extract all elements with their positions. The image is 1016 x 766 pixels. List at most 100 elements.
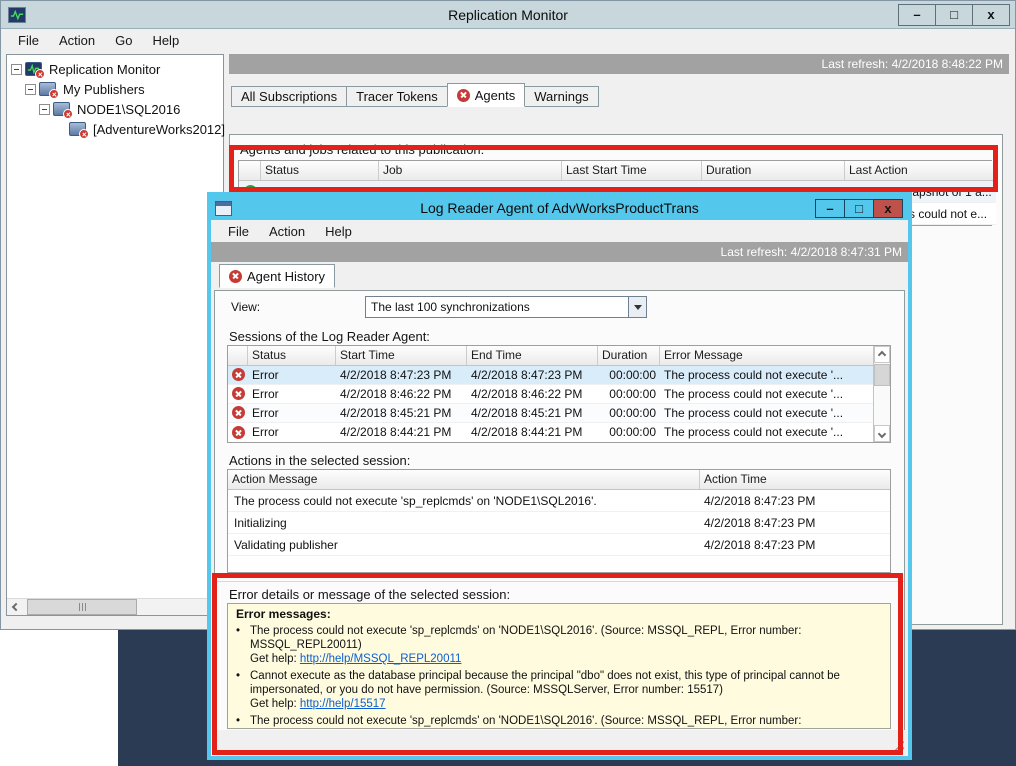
- close-button[interactable]: x: [972, 4, 1010, 26]
- bullet-icon: •: [236, 669, 242, 711]
- menu-file[interactable]: File: [219, 222, 258, 241]
- cell-start-time: 4/2/2018 8:47:23 PM: [336, 368, 467, 382]
- cell-action-message: Initializing: [228, 516, 700, 530]
- last-refresh-text: Last refresh: 4/2/2018 8:47:31 PM: [721, 245, 902, 259]
- section-divider: [215, 581, 904, 582]
- column-header-action-message[interactable]: Action Message: [228, 470, 700, 489]
- tab-agents[interactable]: Agents: [447, 83, 525, 107]
- log-reader-agent-dialog: Log Reader Agent of AdvWorksProductTrans…: [207, 192, 912, 760]
- column-header-duration[interactable]: Duration: [702, 161, 845, 180]
- last-refresh-bar: Last refresh: 4/2/2018 8:48:22 PM: [229, 54, 1009, 74]
- cell-end-time: 4/2/2018 8:47:23 PM: [467, 368, 598, 382]
- tree-item-my-publishers[interactable]: My Publishers: [7, 79, 223, 99]
- column-header-job[interactable]: Job: [379, 161, 562, 180]
- dialog-title: Log Reader Agent of AdvWorksProductTrans: [211, 200, 908, 216]
- column-header-last-action[interactable]: Last Action: [845, 161, 996, 180]
- help-link[interactable]: http://help/15517: [300, 698, 386, 710]
- action-row[interactable]: Validating publisher 4/2/2018 8:47:23 PM: [228, 534, 890, 556]
- menu-file[interactable]: File: [9, 31, 48, 50]
- scrollbar-thumb[interactable]: [27, 599, 137, 615]
- session-row[interactable]: Error 4/2/2018 8:44:21 PM 4/2/2018 8:44:…: [228, 423, 873, 442]
- resize-grip[interactable]: [891, 739, 904, 752]
- column-header-error-message[interactable]: Error Message: [660, 346, 873, 365]
- cell-error-message: The process could not execute '...: [660, 425, 873, 439]
- bullet-icon: •: [236, 714, 242, 729]
- menu-action[interactable]: Action: [260, 222, 314, 241]
- get-help-label: Get help:: [250, 698, 297, 710]
- view-dropdown[interactable]: The last 100 synchronizations: [365, 296, 647, 318]
- tab-warnings[interactable]: Warnings: [524, 86, 598, 107]
- tab-label: Tracer Tokens: [356, 89, 438, 104]
- column-header-duration[interactable]: Duration: [598, 346, 660, 365]
- menu-help[interactable]: Help: [143, 31, 188, 50]
- scroll-left-icon[interactable]: [7, 599, 25, 615]
- cell-status: Error: [248, 406, 336, 420]
- cell-end-time: 4/2/2018 8:44:21 PM: [467, 425, 598, 439]
- collapse-icon[interactable]: [25, 84, 36, 95]
- dropdown-button[interactable]: [628, 297, 646, 317]
- scroll-up-icon[interactable]: [874, 346, 890, 363]
- tree-item-label: My Publishers: [60, 81, 148, 98]
- tree-item-replication-monitor[interactable]: Replication Monitor: [7, 59, 223, 79]
- tree-item-adventureworks2012[interactable]: [AdventureWorks2012]: [7, 119, 223, 139]
- collapse-icon[interactable]: [39, 104, 50, 115]
- action-row[interactable]: The process could not execute 'sp_replcm…: [228, 490, 890, 512]
- maximize-button[interactable]: □: [844, 199, 874, 218]
- dialog-status-bar: [214, 730, 905, 753]
- scroll-down-icon[interactable]: [874, 425, 890, 442]
- scrollbar-thumb[interactable]: [874, 364, 890, 386]
- sessions-vertical-scrollbar[interactable]: [873, 346, 890, 442]
- column-header-end-time[interactable]: End Time: [467, 346, 598, 365]
- menu-action[interactable]: Action: [50, 31, 104, 50]
- error-message-item: • The process could not execute 'sp_repl…: [236, 714, 880, 729]
- action-row[interactable]: Initializing 4/2/2018 8:47:23 PM: [228, 512, 890, 534]
- bullet-icon: •: [236, 624, 242, 666]
- actions-label: Actions in the selected session:: [229, 453, 410, 468]
- maximize-button[interactable]: □: [935, 4, 973, 26]
- minimize-button[interactable]: –: [815, 199, 845, 218]
- column-header-start-time[interactable]: Start Time: [336, 346, 467, 365]
- session-row[interactable]: Error 4/2/2018 8:45:21 PM 4/2/2018 8:45:…: [228, 404, 873, 423]
- publication-error-icon: [69, 122, 86, 136]
- error-status-icon: [229, 270, 242, 283]
- error-status-icon: [457, 89, 470, 102]
- tree-item-node1-sql2016[interactable]: NODE1\SQL2016: [7, 99, 223, 119]
- menu-go[interactable]: Go: [106, 31, 141, 50]
- menu-help[interactable]: Help: [316, 222, 361, 241]
- actions-table-header: Action Message Action Time: [228, 470, 890, 490]
- tree-horizontal-scrollbar[interactable]: [7, 598, 223, 615]
- column-header-icon[interactable]: [228, 346, 248, 365]
- agents-jobs-label: Agents and jobs related to this publicat…: [240, 142, 484, 157]
- cell-error-message: The process could not execute '...: [660, 406, 873, 420]
- column-header-action-time[interactable]: Action Time: [700, 470, 890, 489]
- tab-tracer-tokens[interactable]: Tracer Tokens: [346, 86, 448, 107]
- error-message-text: The process could not execute 'sp_replcm…: [250, 715, 801, 729]
- close-button[interactable]: x: [873, 199, 903, 218]
- cell-error-message: The process could not execute '...: [660, 387, 873, 401]
- column-header-icon[interactable]: [239, 161, 261, 180]
- main-titlebar[interactable]: Replication Monitor – □ x: [1, 1, 1015, 29]
- column-header-last-start-time[interactable]: Last Start Time: [562, 161, 702, 180]
- view-dropdown-value: The last 100 synchronizations: [366, 300, 628, 314]
- error-message-text: The process could not execute 'sp_replcm…: [250, 625, 801, 651]
- sessions-label: Sessions of the Log Reader Agent:: [229, 329, 430, 344]
- help-link[interactable]: http://help/MSSQL_REPL20011: [300, 653, 462, 665]
- column-header-status[interactable]: Status: [261, 161, 379, 180]
- dialog-menubar: File Action Help: [211, 220, 908, 242]
- error-details-box: Error messages: • The process could not …: [227, 603, 891, 729]
- column-header-status[interactable]: Status: [248, 346, 336, 365]
- tab-all-subscriptions[interactable]: All Subscriptions: [231, 86, 347, 107]
- actions-table: Action Message Action Time The process c…: [227, 469, 891, 573]
- cell-status: Error: [248, 387, 336, 401]
- minimize-button[interactable]: –: [898, 4, 936, 26]
- session-row-selected[interactable]: Error 4/2/2018 8:47:23 PM 4/2/2018 8:47:…: [228, 366, 873, 385]
- session-row[interactable]: Error 4/2/2018 8:46:22 PM 4/2/2018 8:46:…: [228, 385, 873, 404]
- dialog-titlebar[interactable]: Log Reader Agent of AdvWorksProductTrans…: [211, 196, 908, 220]
- collapse-icon[interactable]: [11, 64, 22, 75]
- tab-label: All Subscriptions: [241, 89, 337, 104]
- sessions-table-header: Status Start Time End Time Duration Erro…: [228, 346, 873, 366]
- tab-label: Agents: [475, 88, 515, 103]
- tree-item-label: Replication Monitor: [46, 61, 163, 78]
- error-icon-cell: [228, 368, 248, 381]
- tab-agent-history[interactable]: Agent History: [219, 264, 335, 288]
